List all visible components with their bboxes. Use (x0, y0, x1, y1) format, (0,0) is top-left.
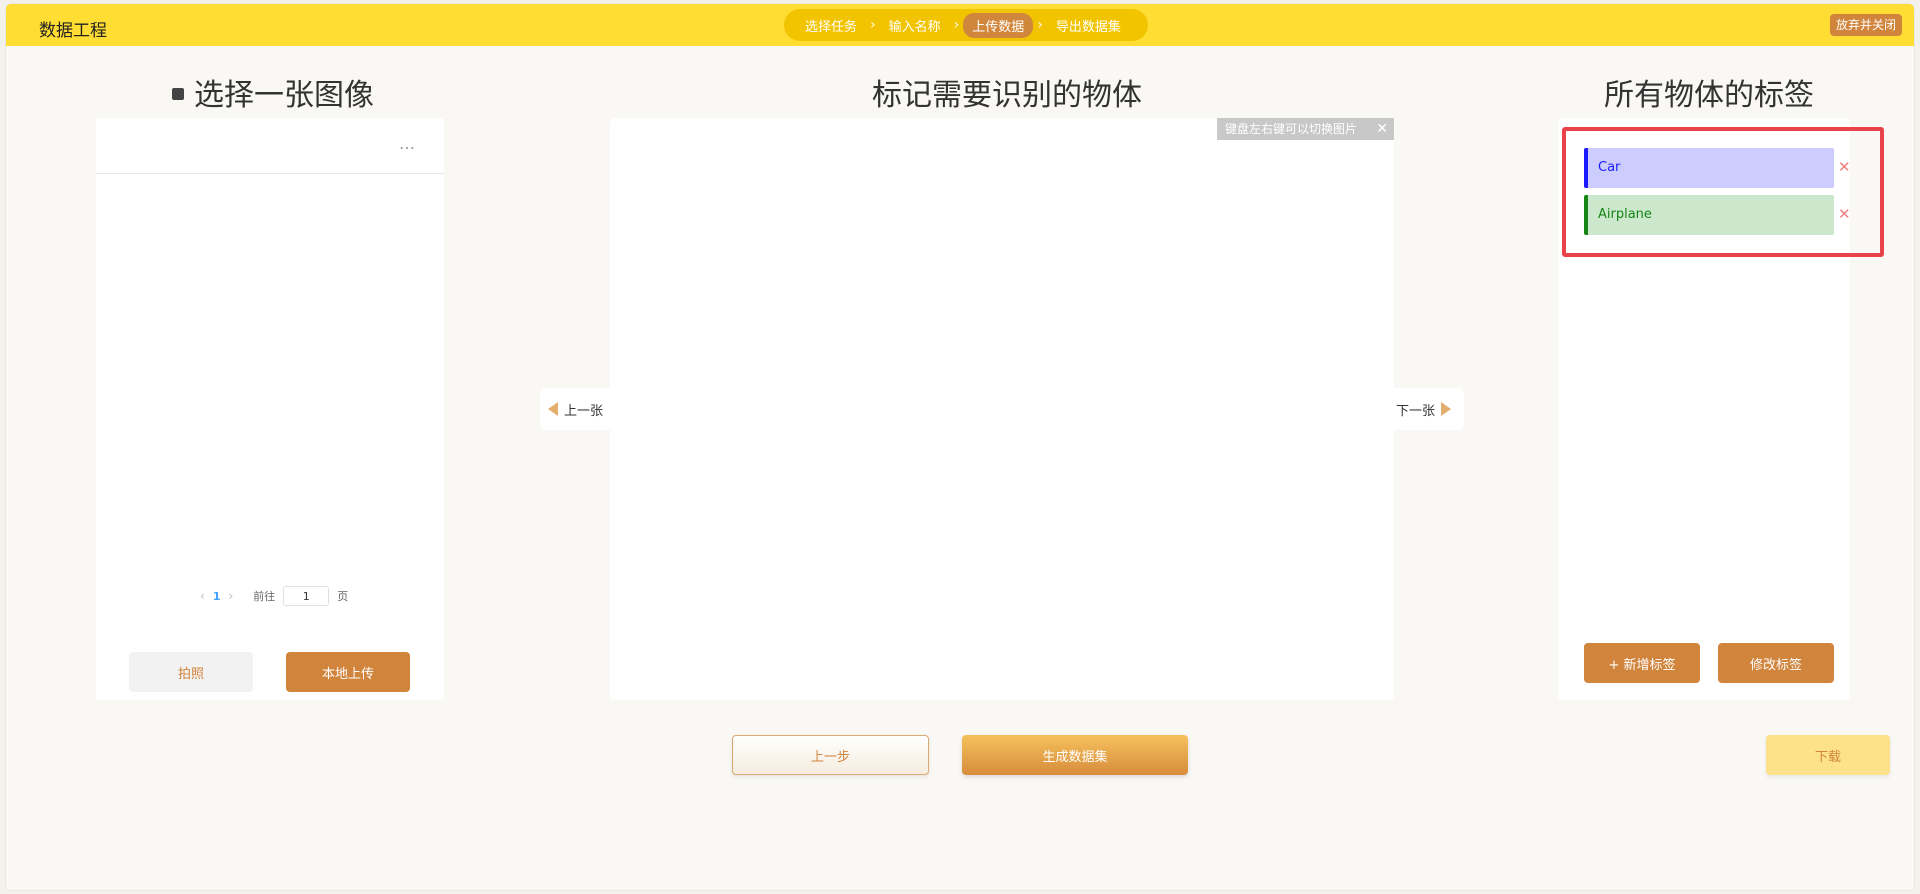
arrow-right-icon (1441, 402, 1452, 416)
label-item-airplane[interactable]: Airplane (1584, 195, 1834, 235)
chevron-right-icon: › (870, 17, 876, 33)
image-icon (172, 87, 184, 100)
label-item-car[interactable]: Car (1584, 148, 1834, 188)
panel-header: … (96, 118, 444, 174)
add-label-button[interactable]: + 新增标签 (1584, 643, 1700, 683)
delete-label-car-icon[interactable]: ✕ (1838, 158, 1851, 176)
step-upload-data[interactable]: 上传数据 (963, 12, 1034, 38)
page-number[interactable]: 1 (213, 590, 221, 603)
left-title-text: 选择一张图像 (194, 78, 374, 113)
chevron-right-icon: › (1037, 17, 1043, 33)
center-section-title: 标记需要识别的物体 (872, 78, 1142, 113)
more-icon[interactable]: … (399, 134, 416, 153)
arrow-left-icon (548, 402, 558, 416)
keyboard-hint: 键盘左右键可以切换图片 ✕ (1217, 118, 1394, 140)
annotation-canvas[interactable]: 键盘左右键可以切换图片 ✕ (610, 118, 1394, 700)
left-section-title: 选择一张图像 (172, 70, 374, 114)
delete-label-airplane-icon[interactable]: ✕ (1838, 205, 1851, 223)
pagination: ‹ 1 › 前往 页 (192, 586, 348, 606)
goto-page-input[interactable] (283, 586, 330, 606)
top-bar: 数据工程 选择任务 › 输入名称 › 上传数据 › 导出数据集 放弃并关闭 (6, 4, 1914, 46)
edit-label-button[interactable]: 修改标签 (1718, 643, 1834, 683)
app-title: 数据工程 (39, 21, 107, 41)
next-image-button[interactable]: 下一张 (1394, 388, 1464, 430)
prev-step-button[interactable]: 上一步 (732, 735, 929, 775)
generate-dataset-button[interactable]: 生成数据集 (962, 735, 1188, 775)
labels-highlight-box (1562, 127, 1884, 257)
step-select-task[interactable]: 选择任务 (796, 13, 866, 38)
page-suffix: 页 (337, 590, 349, 603)
prev-image-button[interactable]: 上一张 (540, 388, 612, 430)
local-upload-button[interactable]: 本地上传 (286, 652, 410, 692)
chevron-right-icon: › (953, 17, 960, 33)
close-icon[interactable]: ✕ (1376, 118, 1388, 140)
next-page-icon[interactable]: › (228, 589, 233, 603)
right-section-title: 所有物体的标签 (1604, 78, 1814, 113)
download-button[interactable]: 下载 (1766, 735, 1890, 775)
image-list-panel: … ‹ 1 › 前往 页 拍照 本地上传 (96, 118, 444, 700)
step-indicator: 选择任务 › 输入名称 › 上传数据 › 导出数据集 (784, 9, 1148, 41)
abandon-close-button[interactable]: 放弃并关闭 (1829, 14, 1902, 36)
step-enter-name[interactable]: 输入名称 (880, 13, 950, 38)
take-photo-button[interactable]: 拍照 (129, 652, 253, 692)
goto-label: 前往 (253, 590, 276, 603)
step-export-dataset[interactable]: 导出数据集 (1047, 13, 1130, 38)
prev-image-label: 上一张 (564, 403, 604, 419)
prev-page-icon[interactable]: ‹ (200, 589, 205, 603)
next-image-label: 下一张 (1396, 403, 1436, 419)
hint-text: 键盘左右键可以切换图片 (1225, 122, 1358, 136)
